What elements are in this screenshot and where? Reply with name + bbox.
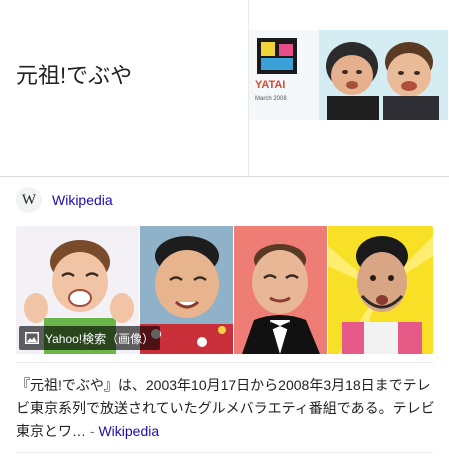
man-in-tuxedo-photo [234, 226, 327, 354]
image-source-badge[interactable]: Yahoo!検索（画像） [19, 326, 161, 350]
program-thumbnail-image: YATAI March 2008 [249, 30, 448, 120]
image-icon [25, 332, 39, 344]
description-separator: - [86, 423, 99, 439]
source-label[interactable]: Wikipedia [52, 192, 113, 208]
description-source-link[interactable]: Wikipedia [98, 423, 159, 439]
wikipedia-w-icon: W [16, 187, 42, 213]
description: 『元祖!でぶや』は、2003年10月17日から2008年3月18日までテレビ東京… [16, 374, 436, 443]
page-title: 元祖!でぶや [16, 63, 133, 88]
thumbnail-logo-text: YATAI [255, 79, 285, 91]
program-thumbnail[interactable]: YATAI March 2008 [249, 30, 448, 120]
gallery-image-3[interactable] [234, 226, 327, 354]
top-card: 元祖!でぶや YATAI March 2008 [0, 0, 449, 177]
bottom-divider [16, 452, 433, 453]
divider [16, 362, 433, 363]
thumbnail-logo-subtext: March 2008 [255, 96, 287, 102]
title-cell: 元祖!でぶや [0, 0, 249, 176]
bearded-man-photo [328, 226, 433, 354]
description-text: 『元祖!でぶや』は、2003年10月17日から2008年3月18日までテレビ東京… [16, 377, 435, 439]
gallery-image-4[interactable] [328, 226, 433, 354]
source-row[interactable]: W Wikipedia [16, 186, 113, 214]
image-source-label: Yahoo!検索（画像） [45, 331, 155, 346]
